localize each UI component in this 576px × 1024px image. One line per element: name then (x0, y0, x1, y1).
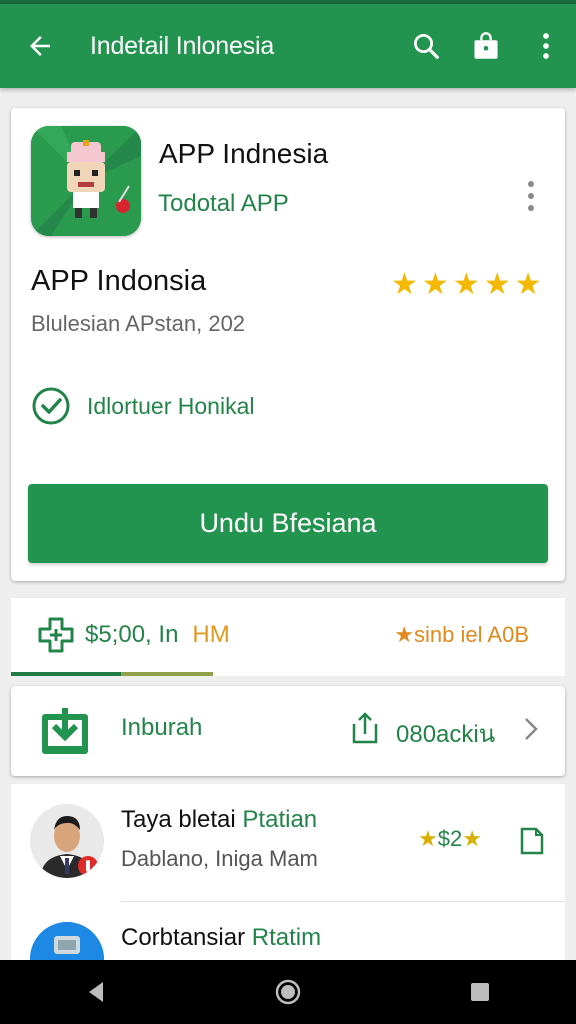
more-vert-icon (528, 181, 534, 211)
back-arrow-icon (30, 36, 50, 56)
check-circle-icon (32, 387, 70, 425)
price-tag: HM (192, 621, 230, 648)
rating-info[interactable]: ★sinb iel A0B (394, 622, 529, 648)
reviewer-sub: Dablano, Iniga Mam (121, 846, 318, 871)
price-label: $5;00, In (85, 621, 179, 648)
downloads-label: Inburah (121, 714, 203, 741)
star-icon: ★ (421, 268, 449, 301)
tab-indicator-accent (121, 672, 213, 676)
star-icon: ★ (418, 826, 438, 851)
app-name: APP Indnesia (159, 138, 329, 169)
shopping-bag-icon (474, 32, 498, 59)
avatar (30, 804, 104, 878)
card-menu-button[interactable] (521, 178, 541, 214)
app-icon[interactable] (31, 126, 141, 236)
star-icon: ★ (462, 826, 482, 851)
app-developer[interactable]: Todotal APP (158, 190, 289, 218)
star-icon: ★ (514, 268, 542, 301)
document-icon[interactable] (519, 826, 545, 861)
share-icon[interactable] (348, 710, 380, 751)
more-vert-icon (543, 33, 549, 59)
app-detail-card: APP Indnesia Todotal APP APP Indonsia ★ … (11, 108, 565, 581)
review-list: Taya bletai Ptatian Dablano, Iniga Mam ★… (11, 784, 565, 996)
download-icon (40, 704, 90, 756)
nav-recents-button[interactable] (384, 981, 576, 1003)
nav-home-button[interactable] (192, 979, 384, 1005)
shop-button[interactable] (456, 4, 516, 88)
app-mascot-icon (31, 126, 141, 236)
chevron-right-icon[interactable] (523, 716, 539, 747)
downloads-card[interactable]: Inburah 080ackiน (11, 686, 565, 776)
search-icon (414, 34, 439, 59)
back-button[interactable] (0, 4, 80, 88)
reviewer-name: Taya bletai Ptatian (121, 806, 318, 833)
info-strip: $5;00, In HM ★sinb iel A0B (11, 598, 565, 676)
app-subtitle: Blulesian APstan, 202 (31, 311, 246, 336)
price-tab[interactable]: $5;00, In HM (37, 616, 230, 654)
install-button[interactable]: Undu Bfesiana (28, 484, 548, 563)
rating-stars: ★ ★ ★ ★ ★ (391, 270, 542, 300)
star-icon: ★ (391, 268, 418, 301)
triangle-back-icon (89, 982, 103, 1002)
app-title: APP Indonsia (31, 265, 207, 297)
app-bar: Indetail Inlonesia (0, 4, 576, 88)
verified-badge: Idlortuer Honikal (31, 386, 254, 426)
search-button[interactable] (396, 4, 456, 88)
review-rating: ★ $2 ★ (418, 826, 482, 851)
circle-home-icon (275, 979, 301, 1005)
verified-label: Idlortuer Honikal (87, 392, 255, 419)
downloads-count: 080ackiน (396, 721, 496, 748)
square-recents-icon (471, 983, 489, 1001)
star-icon: ★ (452, 268, 480, 301)
star-icon: ★ (483, 268, 511, 301)
nav-back-button[interactable] (0, 980, 192, 1004)
system-nav-bar (0, 960, 576, 1024)
list-item[interactable]: Taya bletai Ptatian Dablano, Iniga Mam ★… (11, 784, 565, 902)
more-button[interactable] (516, 4, 576, 88)
page-title: Indetail Inlonesia (90, 31, 275, 60)
medical-cross-icon (38, 617, 74, 653)
reviewer-name: Corbtansiar Rtatim (121, 924, 322, 951)
